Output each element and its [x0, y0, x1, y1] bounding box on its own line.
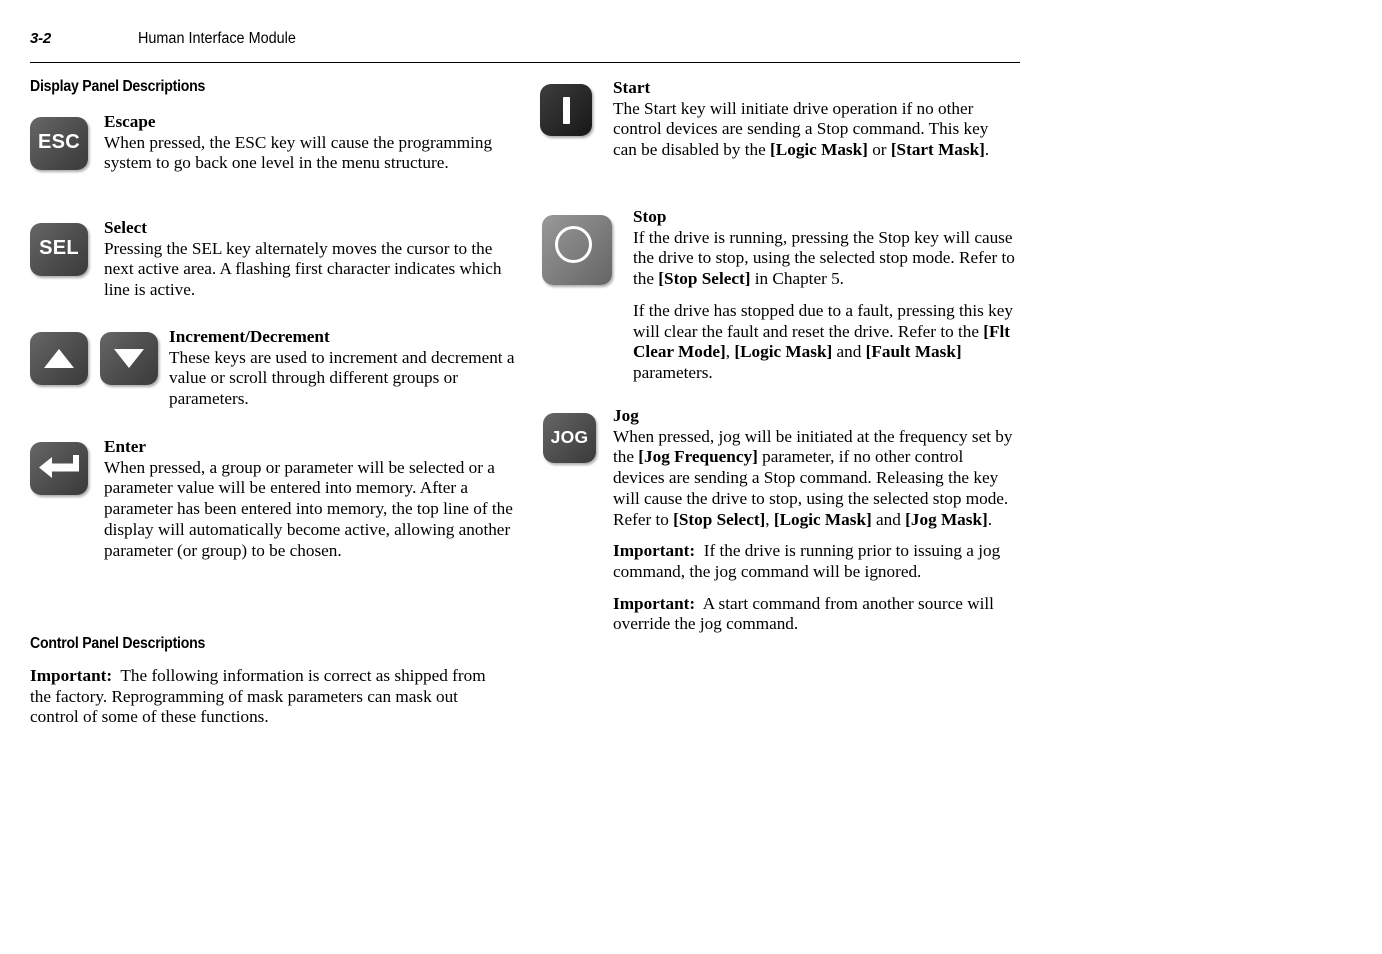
entry-title-select: Select	[104, 218, 147, 237]
entry-title-increment-decrement: Increment/Decrement	[169, 327, 330, 346]
entry-body-jog: When pressed, jog will be initiated at t…	[613, 427, 1013, 531]
start-key[interactable]	[540, 84, 592, 136]
jog-body-4: and	[871, 509, 906, 529]
down-arrow-key[interactable]	[100, 332, 158, 385]
stop-ref-1: [Stop Select]	[658, 269, 751, 289]
jog-key-label: JOG	[550, 427, 589, 447]
sel-key-label: SEL	[39, 237, 79, 259]
right-column: Start The Start key will initiate drive …	[540, 78, 1030, 660]
page-number: 3-2	[30, 30, 52, 47]
control-panel-important-note: Important: The following information is …	[30, 666, 508, 728]
entry-body-start: The Start key will initiate drive operat…	[613, 99, 1013, 161]
stop-p2-ref-3: [Fault Mask]	[865, 342, 962, 362]
sel-key[interactable]: SEL	[30, 223, 88, 276]
entry-escape: ESC Escape When pressed, the ESC key wil…	[30, 112, 530, 204]
stop-p2-4: parameters.	[633, 362, 713, 382]
header-rule	[30, 62, 1020, 63]
entry-enter: Enter When pressed, a group or parameter…	[30, 437, 530, 597]
document-page: 3-2 Human Interface Module Display Panel…	[0, 0, 1382, 954]
running-header: 3-2 Human Interface Module	[30, 30, 1020, 64]
entry-title-jog: Jog	[613, 406, 639, 425]
left-column: Display Panel Descriptions ESC Escape Wh…	[30, 78, 530, 728]
entry-title-stop: Stop	[633, 207, 667, 226]
esc-key[interactable]: ESC	[30, 117, 88, 170]
stop-p2-3: and	[832, 342, 866, 362]
start-body-2: or	[867, 140, 891, 160]
jog-ref-2: [Stop Select]	[673, 509, 766, 529]
section-heading-display-panel: Display Panel Descriptions	[30, 78, 206, 95]
entry-body-stop-p2: If the drive has stopped due to a fault,…	[633, 301, 1028, 384]
stop-key[interactable]	[542, 215, 612, 285]
start-body-3: .	[984, 140, 990, 160]
jog-body-5: .	[987, 509, 993, 529]
entry-body-escape: When pressed, the ESC key will cause the…	[104, 132, 493, 173]
jog-important-1-label: Important:	[613, 541, 696, 561]
entry-body-stop-p1: If the drive is running, pressing the St…	[633, 228, 1028, 290]
section-heading-control-panel: Control Panel Descriptions	[30, 635, 206, 652]
stop-p2-ref-2: [Logic Mask]	[734, 342, 833, 362]
jog-key[interactable]: JOG	[543, 413, 596, 463]
up-arrow-key[interactable]	[30, 332, 88, 385]
entry-body-enter: When pressed, a group or parameter will …	[104, 457, 513, 560]
start-ref-1: [Logic Mask]	[770, 140, 868, 160]
entry-select: SEL Select Pressing the SEL key alternat…	[30, 218, 530, 313]
stop-p2-1: If the drive has stopped due to a fault,…	[633, 300, 1013, 341]
enter-key[interactable]	[30, 442, 88, 495]
esc-key-label: ESC	[37, 131, 81, 153]
stop-circle-icon	[555, 226, 592, 263]
start-ref-2: [Start Mask]	[890, 140, 985, 160]
entry-title-enter: Enter	[104, 437, 147, 456]
entry-stop: Stop If the drive is running, pressing t…	[540, 207, 1030, 392]
jog-ref-1: [Jog Frequency]	[638, 447, 758, 467]
stop-body-2: in Chapter 5.	[750, 269, 844, 289]
chapter-title: Human Interface Module	[138, 30, 296, 47]
entry-jog: JOG Jog When pressed, jog will be initia…	[540, 406, 1030, 646]
jog-ref-4: [Jog Mask]	[905, 509, 988, 529]
entry-title-escape: Escape	[104, 112, 156, 131]
jog-important-note-2: Important: A start command from another …	[613, 594, 1013, 635]
up-arrow-icon	[44, 349, 74, 368]
jog-body-3: ,	[765, 509, 774, 529]
important-label: Important:	[30, 666, 113, 685]
down-arrow-icon	[114, 349, 144, 368]
jog-important-note-1: Important: If the drive is running prior…	[613, 541, 1013, 582]
start-bar-icon	[563, 97, 570, 124]
jog-ref-3: [Logic Mask]	[773, 509, 872, 529]
entry-increment-decrement: Increment/Decrement These keys are used …	[30, 327, 530, 423]
entry-title-start: Start	[613, 78, 651, 97]
entry-body-increment-decrement: These keys are used to increment and dec…	[169, 347, 515, 409]
entry-start: Start The Start key will initiate drive …	[540, 78, 1030, 193]
enter-arrow-icon	[39, 455, 80, 488]
entry-body-select: Pressing the SEL key alternately moves t…	[104, 238, 502, 300]
jog-important-2-label: Important:	[613, 593, 696, 613]
